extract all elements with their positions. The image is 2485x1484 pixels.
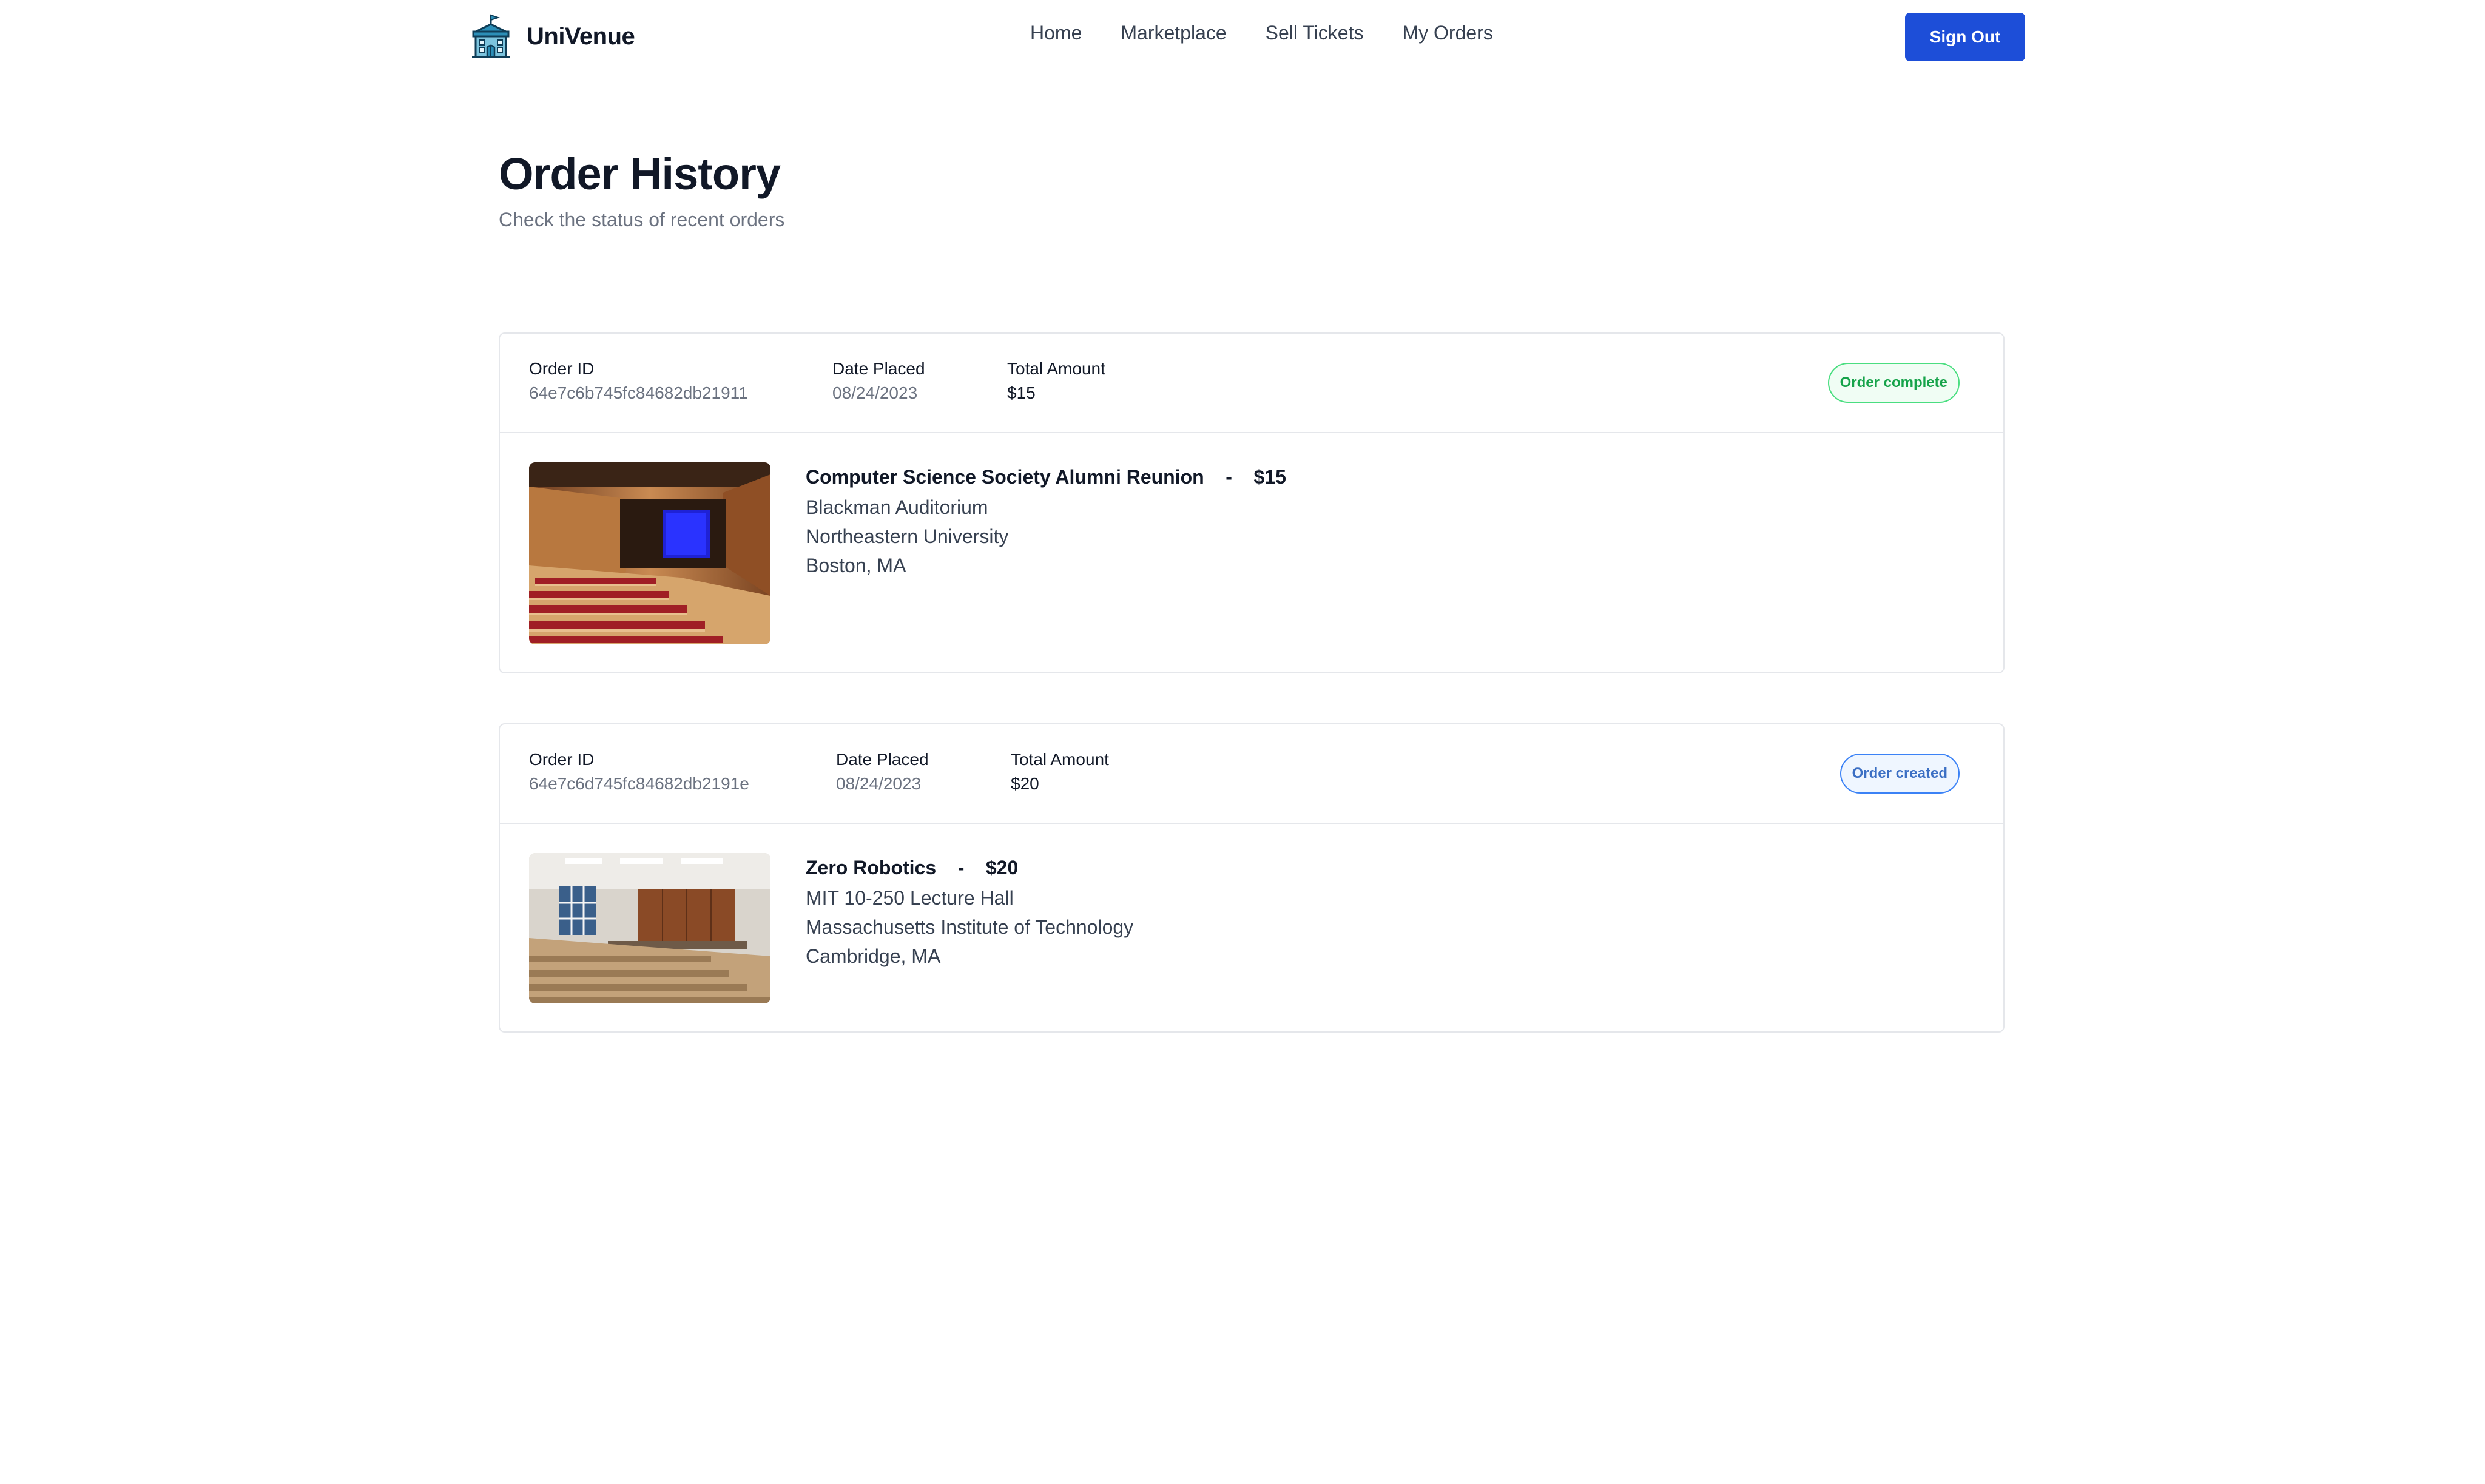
event-details: Zero Robotics - $20 MIT 10-250 Lecture H… [806, 857, 1133, 966]
order-id-value: 64e7c6b745fc84682db21911 [529, 383, 748, 402]
date-placed-value: 08/24/2023 [836, 774, 922, 793]
order-id-value: 64e7c6d745fc84682db2191e [529, 774, 749, 793]
event-title-row: Computer Science Society Alumni Reunion … [806, 466, 1286, 488]
page-subtitle: Check the status of recent orders [499, 209, 785, 231]
sign-out-button[interactable]: Sign Out [1905, 13, 2025, 61]
event-price: $15 [1253, 466, 1286, 488]
title-separator: - [957, 857, 965, 879]
school-building-icon [472, 14, 510, 58]
date-placed-label: Date Placed [832, 359, 925, 378]
date-placed-block: Date Placed 08/24/2023 [836, 750, 929, 794]
nav-link-sell-tickets[interactable]: Sell Tickets [1266, 22, 1364, 44]
page-title: Order History [499, 149, 781, 199]
order-card: Order ID 64e7c6d745fc84682db2191e Date P… [499, 723, 2005, 1033]
status-badge: Order created [1839, 754, 1960, 794]
event-name[interactable]: Computer Science Society Alumni Reunion [806, 466, 1204, 488]
brand-logo[interactable]: UniVenue [471, 13, 635, 59]
event-venue-image[interactable] [529, 462, 770, 644]
total-amount-value: $20 [1011, 774, 1039, 793]
total-amount-label: Total Amount [1007, 359, 1105, 378]
event-venue-image[interactable] [529, 853, 770, 1003]
venue-name: MIT 10-250 Lecture Hall [806, 887, 1014, 909]
order-card: Order ID 64e7c6b745fc84682db21911 Date P… [499, 332, 2005, 673]
total-amount-label: Total Amount [1011, 750, 1109, 769]
nav-link-marketplace[interactable]: Marketplace [1121, 22, 1226, 44]
university-name: Northeastern University [806, 525, 1009, 547]
date-placed-block: Date Placed 08/24/2023 [832, 359, 925, 403]
nav-link-home[interactable]: Home [1030, 22, 1082, 44]
event-name[interactable]: Zero Robotics [806, 857, 936, 879]
date-placed-value: 08/24/2023 [832, 383, 918, 402]
venue-name: Blackman Auditorium [806, 496, 988, 518]
order-id-block: Order ID 64e7c6b745fc84682db21911 [529, 359, 748, 403]
event-price: $20 [985, 857, 1019, 879]
order-id-label: Order ID [529, 750, 595, 769]
order-id-label: Order ID [529, 359, 595, 378]
event-details: Computer Science Society Alumni Reunion … [806, 466, 1286, 576]
event-title-row: Zero Robotics - $20 [806, 857, 1133, 879]
title-separator: - [1226, 466, 1232, 488]
brand-name: UniVenue [527, 22, 635, 50]
order-summary-header: Order ID 64e7c6d745fc84682db2191e Date P… [500, 724, 2003, 824]
status-badge: Order complete [1827, 363, 1960, 403]
date-placed-label: Date Placed [836, 750, 929, 769]
nav-link-my-orders[interactable]: My Orders [1402, 22, 1492, 44]
navbar: UniVenue Home Marketplace Sell Tickets M… [0, 0, 2485, 74]
order-id-block: Order ID 64e7c6d745fc84682db2191e [529, 750, 749, 794]
event-location: Boston, MA [806, 555, 906, 576]
order-summary-header: Order ID 64e7c6b745fc84682db21911 Date P… [500, 334, 2003, 433]
event-location: Cambridge, MA [806, 945, 941, 967]
total-amount-value: $15 [1007, 383, 1036, 402]
main-nav: Home Marketplace Sell Tickets My Orders [1030, 22, 1493, 44]
total-amount-block: Total Amount $20 [1011, 750, 1109, 794]
university-name: Massachusetts Institute of Technology [806, 916, 1134, 938]
total-amount-block: Total Amount $15 [1007, 359, 1105, 403]
